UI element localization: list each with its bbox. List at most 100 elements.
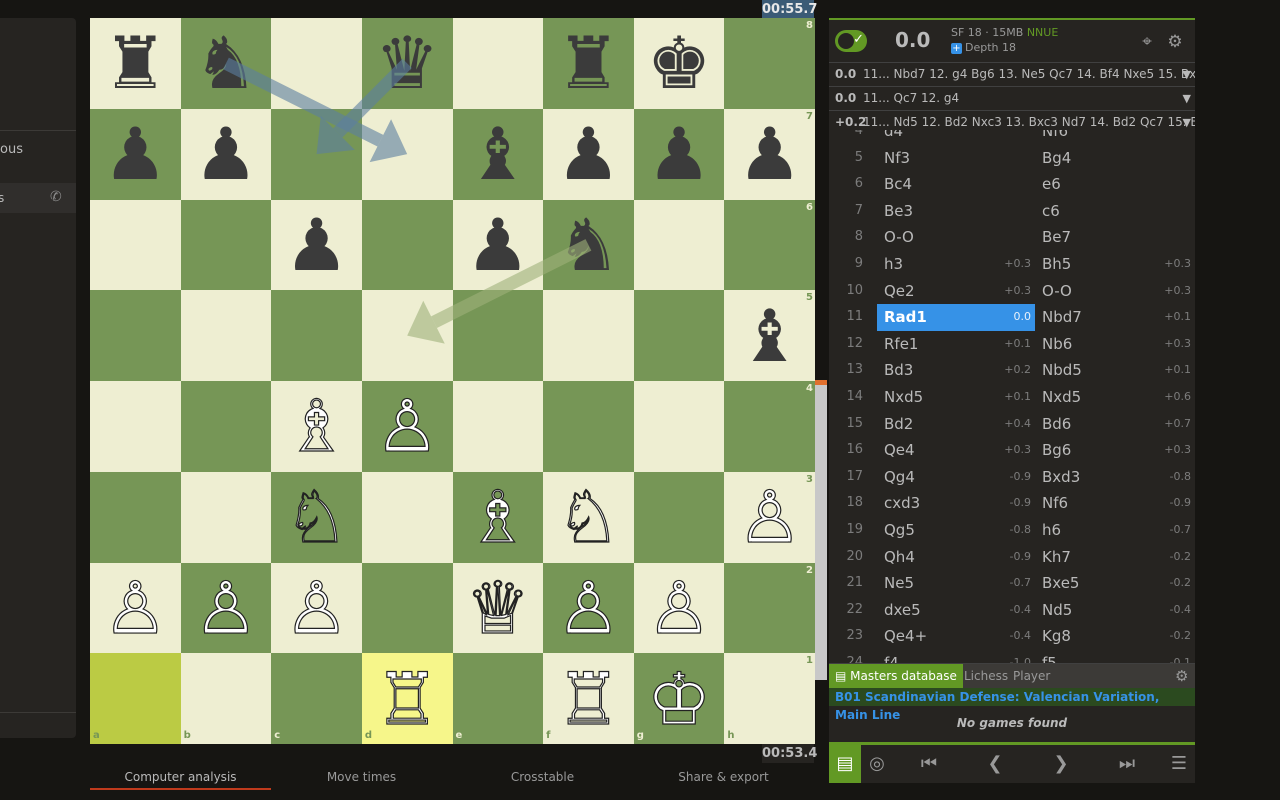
pv-line[interactable]: 0.0 11... Nbd7 12. g4 Bg6 13. Ne5 Qc7 14.… xyxy=(829,62,1195,86)
square-b6[interactable] xyxy=(180,199,272,291)
square-c5[interactable] xyxy=(271,290,362,381)
white-knight[interactable]: ♘ xyxy=(543,472,634,563)
white-move[interactable]: Qe4+ -0.4 xyxy=(877,623,1035,650)
square-a1[interactable] xyxy=(90,653,181,744)
white-knight[interactable]: ♘ xyxy=(271,472,362,563)
square-a5[interactable] xyxy=(90,290,181,381)
tab-masters-database[interactable]: ▤ Masters database xyxy=(829,664,963,688)
square-d2[interactable] xyxy=(361,562,453,654)
pv-moves[interactable]: 11... Nbd7 12. g4 Bg6 13. Ne5 Qc7 14. Bf… xyxy=(863,67,1195,81)
square-b1[interactable] xyxy=(180,653,272,744)
black-pawn[interactable]: ♟ xyxy=(271,200,362,291)
square-h1[interactable] xyxy=(724,653,815,744)
chess-board[interactable]: 8 7 6 5 4 3 2 a b c d e f g 1 h ♜ ♞ ♛ ♜ ♚ ♟ ♟ ♝ ♟ ♟ ♟ ♟ ♟ ♞ ♝ ♗ ♙ ♘ ♗ ♘ ♙ ♙ ♙ ♙… xyxy=(90,18,815,744)
white-move[interactable]: O-O xyxy=(877,224,1035,251)
square-e1[interactable] xyxy=(452,653,544,744)
white-move[interactable]: Nf3 xyxy=(877,145,1035,172)
black-move[interactable]: e6 xyxy=(1035,171,1195,198)
tab-share-export[interactable]: Share & export xyxy=(633,764,814,790)
white-bishop[interactable]: ♗ xyxy=(453,472,544,563)
square-e5[interactable] xyxy=(452,290,544,381)
next-move-icon[interactable]: ❯ xyxy=(1041,745,1081,783)
black-pawn[interactable]: ♟ xyxy=(634,109,725,200)
square-g4[interactable] xyxy=(633,381,725,472)
target-icon[interactable]: ⌖ xyxy=(1137,32,1157,52)
white-move[interactable]: Bd2 +0.4 xyxy=(877,411,1035,438)
black-pawn[interactable]: ♟ xyxy=(181,109,272,200)
tab-crosstable[interactable]: Crosstable xyxy=(452,764,633,790)
white-pawn[interactable]: ♙ xyxy=(181,563,272,654)
black-move[interactable]: Nf6 xyxy=(1035,130,1195,145)
white-move[interactable]: Qg5 -0.8 xyxy=(877,517,1035,544)
square-g3[interactable] xyxy=(633,471,725,563)
white-move[interactable]: Qe4 +0.3 xyxy=(877,437,1035,464)
tab-player[interactable]: Player xyxy=(1013,664,1050,688)
black-king[interactable]: ♚ xyxy=(634,18,725,109)
white-rook[interactable]: ♖ xyxy=(362,653,453,744)
square-b3[interactable] xyxy=(180,471,272,563)
engine-toggle[interactable]: ✓ xyxy=(835,30,867,52)
black-move[interactable]: f5 -0.1 xyxy=(1035,650,1195,663)
white-move[interactable]: Qe2 +0.3 xyxy=(877,278,1035,305)
chat-panel-selected-item[interactable]: s ✆ xyxy=(0,183,76,213)
white-move[interactable]: Ne5 -0.7 xyxy=(877,570,1035,597)
target-icon[interactable]: ◎ xyxy=(857,745,897,783)
white-move[interactable]: cxd3 -0.9 xyxy=(877,490,1035,517)
black-bishop[interactable]: ♝ xyxy=(724,290,815,381)
square-f5[interactable] xyxy=(543,290,634,381)
black-move[interactable]: Nf6 -0.9 xyxy=(1035,490,1195,517)
black-move[interactable]: Kh7 -0.2 xyxy=(1035,544,1195,571)
white-move[interactable]: Rad1 0.0 xyxy=(877,304,1035,331)
square-b4[interactable] xyxy=(180,381,272,472)
square-d7[interactable] xyxy=(361,108,453,200)
plus-icon[interactable]: + xyxy=(951,42,962,54)
caret-down-icon[interactable]: ▼ xyxy=(1183,87,1191,110)
black-rook[interactable]: ♜ xyxy=(543,18,634,109)
previous-move-icon[interactable]: ❮ xyxy=(975,745,1015,783)
menu-icon[interactable]: ☰ xyxy=(1159,745,1199,783)
square-a4[interactable] xyxy=(90,381,181,472)
white-pawn[interactable]: ♙ xyxy=(724,472,815,563)
black-move[interactable]: Nd5 -0.4 xyxy=(1035,597,1195,624)
white-pawn[interactable]: ♙ xyxy=(362,381,453,472)
white-pawn[interactable]: ♙ xyxy=(271,563,362,654)
tab-move-times[interactable]: Move times xyxy=(271,764,452,790)
white-move[interactable]: dxe5 -0.4 xyxy=(877,597,1035,624)
white-pawn[interactable]: ♙ xyxy=(90,563,181,654)
gear-icon[interactable]: ⚙ xyxy=(1175,664,1188,688)
black-move[interactable]: Nbd5 +0.1 xyxy=(1035,357,1195,384)
pv-line[interactable]: 0.0 11... Qc7 12. g4 ▼ xyxy=(829,86,1195,110)
square-f4[interactable] xyxy=(543,381,634,472)
tab-computer-analysis[interactable]: Computer analysis xyxy=(90,764,271,790)
white-move[interactable]: Qh4 -0.9 xyxy=(877,544,1035,571)
pv-moves[interactable]: 11... Qc7 12. g4 xyxy=(863,91,959,105)
square-h8[interactable] xyxy=(724,18,815,109)
white-pawn[interactable]: ♙ xyxy=(543,563,634,654)
square-g5[interactable] xyxy=(633,290,725,381)
tab-lichess[interactable]: Lichess xyxy=(964,664,1008,688)
square-b5[interactable] xyxy=(180,290,272,381)
white-move[interactable]: Bd3 +0.2 xyxy=(877,357,1035,384)
black-pawn[interactable]: ♟ xyxy=(90,109,181,200)
white-move[interactable]: Bc4 xyxy=(877,171,1035,198)
phone-icon[interactable]: ✆ xyxy=(50,189,62,205)
black-move[interactable]: Nxd5 +0.6 xyxy=(1035,384,1195,411)
black-move[interactable]: Bxd3 -0.8 xyxy=(1035,464,1195,491)
black-pawn[interactable]: ♟ xyxy=(543,109,634,200)
black-move[interactable]: Nbd7 +0.1 xyxy=(1035,304,1195,331)
black-move[interactable]: Be7 xyxy=(1035,224,1195,251)
black-knight[interactable]: ♞ xyxy=(181,18,272,109)
square-a6[interactable] xyxy=(90,199,181,291)
black-bishop[interactable]: ♝ xyxy=(453,109,544,200)
black-move[interactable]: Nb6 +0.3 xyxy=(1035,331,1195,358)
white-move[interactable]: Be3 xyxy=(877,198,1035,225)
square-d5[interactable] xyxy=(361,290,453,381)
black-move[interactable]: Bg4 xyxy=(1035,145,1195,172)
black-pawn[interactable]: ♟ xyxy=(453,200,544,291)
square-h4[interactable] xyxy=(724,381,815,472)
white-queen[interactable]: ♕ xyxy=(453,563,544,654)
white-king[interactable]: ♔ xyxy=(634,653,725,744)
black-move[interactable]: Bg6 +0.3 xyxy=(1035,437,1195,464)
white-move[interactable]: f4 -1.0 xyxy=(877,650,1035,663)
black-move[interactable]: Bd6 +0.7 xyxy=(1035,411,1195,438)
